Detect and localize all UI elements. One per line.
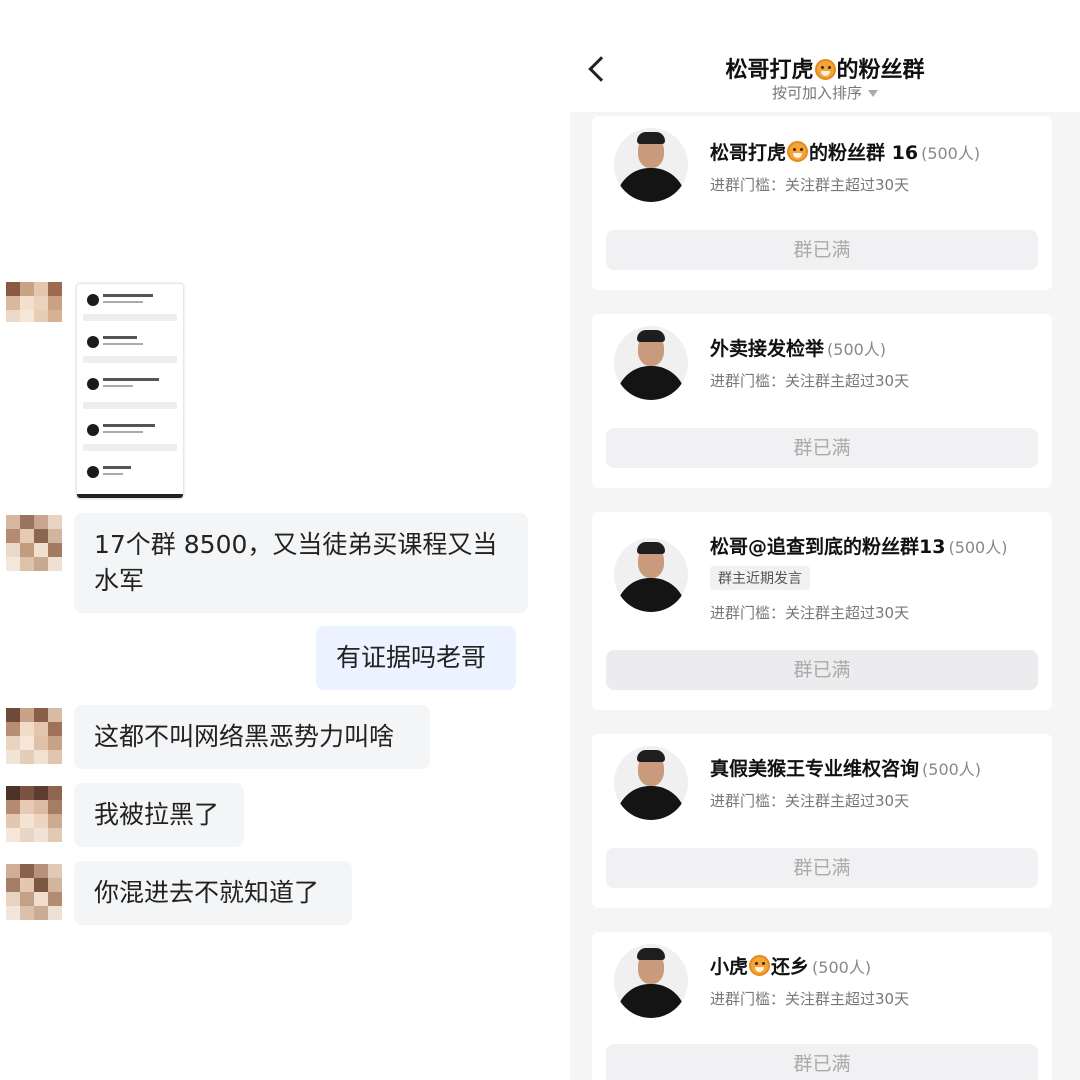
member-count: (500人) bbox=[827, 340, 887, 359]
join-requirement: 进群门槛：关注群主超过30天 bbox=[710, 176, 910, 194]
join-requirement: 进群门槛：关注群主超过30天 bbox=[710, 990, 910, 1008]
chat-panel: 17个群 8500，又当徒弟买课程又当水军 有证据吗老哥 这都不叫网络黑恶势力叫… bbox=[0, 0, 560, 1080]
join-requirement: 进群门槛：关注群主超过30天 bbox=[710, 604, 910, 622]
chat-message-text: 17个群 8500，又当徒弟买课程又当水军 bbox=[94, 530, 498, 595]
chat-message-bubble: 你混进去不就知道了 bbox=[74, 861, 352, 925]
group-name: 小虎 还乡 (500人) bbox=[710, 955, 872, 978]
group-full-button[interactable]: 群已满 bbox=[606, 428, 1038, 468]
sender-avatar[interactable] bbox=[6, 515, 62, 571]
group-name: 松哥打虎 的粉丝群 16 (500人) bbox=[710, 141, 981, 164]
page-title: 松哥打虎 的粉丝群 bbox=[725, 58, 925, 83]
chat-message-bubble: 17个群 8500，又当徒弟买课程又当水军 bbox=[74, 513, 528, 613]
group-name: 真假美猴王专业维权咨询 (500人) bbox=[710, 758, 982, 780]
chat-message-text: 我被拉黑了 bbox=[94, 800, 220, 829]
group-full-button[interactable]: 群已满 bbox=[606, 848, 1038, 888]
group-card[interactable]: 小虎 还乡 (500人) 进群门槛：关注群主超过30天 群已满 bbox=[592, 932, 1052, 1080]
fan-group-list-screen: 松哥打虎 的粉丝群 按可加入排序 松哥打虎 的粉丝群 16 (500人) 进群门槛：关… bbox=[570, 0, 1080, 1080]
chat-message-text: 这都不叫网络黑恶势力叫啥 bbox=[94, 722, 395, 751]
member-count: (500人) bbox=[948, 538, 1008, 557]
group-avatar bbox=[614, 128, 688, 202]
group-avatar bbox=[614, 326, 688, 400]
chat-message-bubble: 我被拉黑了 bbox=[74, 783, 244, 847]
group-full-button[interactable]: 群已满 bbox=[606, 650, 1038, 690]
sender-avatar[interactable] bbox=[6, 708, 62, 764]
owner-recent-post-tag: 群主近期发言 bbox=[710, 566, 810, 590]
chat-message-bubble: 这都不叫网络黑恶势力叫啥 bbox=[74, 705, 430, 769]
chat-message-text: 你混进去不就知道了 bbox=[94, 878, 320, 907]
group-avatar bbox=[614, 538, 688, 612]
group-full-button[interactable]: 群已满 bbox=[606, 1044, 1038, 1080]
tiger-icon bbox=[787, 141, 809, 162]
group-card[interactable]: 松哥打虎 的粉丝群 16 (500人) 进群门槛：关注群主超过30天 群已满 bbox=[592, 116, 1052, 290]
group-card[interactable]: 真假美猴王专业维权咨询 (500人) 进群门槛：关注群主超过30天 群已满 bbox=[592, 734, 1052, 908]
sort-dropdown[interactable]: 按可加入排序 bbox=[570, 82, 1080, 103]
tiger-icon bbox=[814, 59, 836, 80]
group-card[interactable]: 松哥@追查到底的粉丝群13 (500人) 群主近期发言 进群门槛：关注群主超过30… bbox=[592, 512, 1052, 710]
group-name: 外卖接发检举 (500人) bbox=[710, 338, 887, 360]
chat-message-bubble-self: 有证据吗老哥 bbox=[316, 626, 516, 690]
group-avatar bbox=[614, 746, 688, 820]
shared-screenshot-thumbnail[interactable] bbox=[76, 283, 184, 499]
caret-down-icon bbox=[868, 90, 878, 97]
join-requirement: 进群门槛：关注群主超过30天 bbox=[710, 792, 910, 810]
member-count: (500人) bbox=[922, 760, 982, 779]
group-full-button[interactable]: 群已满 bbox=[606, 230, 1038, 270]
join-requirement: 进群门槛：关注群主超过30天 bbox=[710, 372, 910, 390]
sender-avatar[interactable] bbox=[6, 864, 62, 920]
member-count: (500人) bbox=[921, 144, 981, 163]
sender-avatar[interactable] bbox=[6, 786, 62, 842]
sender-avatar[interactable] bbox=[6, 282, 62, 322]
tiger-icon bbox=[749, 955, 771, 976]
chat-message-text: 有证据吗老哥 bbox=[336, 643, 487, 672]
group-card[interactable]: 外卖接发检举 (500人) 进群门槛：关注群主超过30天 群已满 bbox=[592, 314, 1052, 488]
group-name: 松哥@追查到底的粉丝群13 (500人) bbox=[710, 536, 1008, 558]
group-avatar bbox=[614, 944, 688, 1018]
member-count: (500人) bbox=[812, 958, 872, 977]
header: 松哥打虎 的粉丝群 按可加入排序 bbox=[570, 0, 1080, 112]
